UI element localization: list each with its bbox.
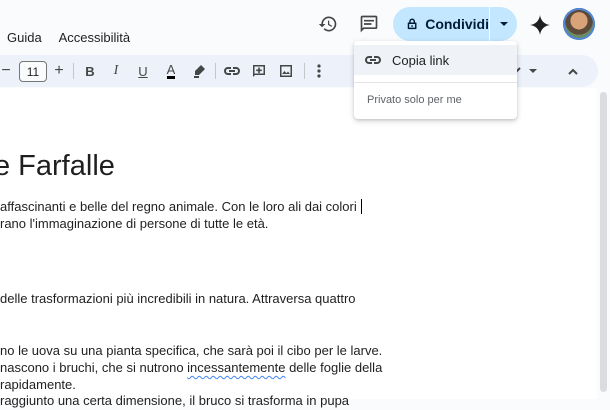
- share-label: Condividi: [425, 16, 489, 32]
- share-dropdown-menu: Copia link Privato solo per me: [354, 41, 517, 119]
- history-icon: [318, 16, 337, 32]
- underline-button[interactable]: U: [134, 55, 152, 87]
- link-icon: [365, 56, 381, 64]
- insert-image-button[interactable]: [276, 55, 296, 87]
- bold-button[interactable]: B: [81, 55, 99, 87]
- insert-link-button[interactable]: [222, 55, 242, 87]
- italic-button[interactable]: I: [107, 55, 125, 87]
- text-color-letter: A: [166, 62, 176, 79]
- menu-item-guida[interactable]: Guida: [7, 30, 42, 45]
- paragraph-text: delle foglie della: [285, 360, 383, 375]
- menu-divider: [354, 82, 517, 83]
- copy-link-menu-item[interactable]: Copia link: [354, 45, 517, 75]
- more-options-button[interactable]: [310, 55, 328, 87]
- gemini-button[interactable]: [527, 12, 553, 38]
- menu-bar: Guida Accessibilità: [7, 30, 144, 45]
- chevron-up-icon: [568, 68, 578, 75]
- copy-link-label: Copia link: [392, 52, 450, 68]
- access-status-text: Privato solo per me: [367, 94, 462, 106]
- add-comment-icon: [253, 65, 265, 77]
- link-icon: [224, 67, 240, 75]
- font-size-field[interactable]: 11: [19, 61, 47, 82]
- decrease-font-size-button[interactable]: −: [0, 55, 12, 87]
- text-color-button[interactable]: A: [161, 55, 181, 87]
- gemini-icon: [530, 15, 550, 35]
- highlight-button[interactable]: [189, 55, 209, 87]
- text-cursor: [360, 199, 362, 214]
- paragraph-line: delle trasformazioni più incredibili in …: [0, 291, 356, 306]
- paragraph-line: no le uova su una pianta specifica, che …: [0, 343, 383, 358]
- menu-item-accessibilita[interactable]: Accessibilità: [59, 30, 131, 45]
- add-comment-button[interactable]: [249, 55, 269, 87]
- top-bar: Guida Accessibilità Condividi: [0, 0, 610, 52]
- more-vert-icon: [317, 64, 321, 78]
- document-heading: e Farfalle: [0, 150, 115, 182]
- toolbar-divider: [73, 63, 74, 79]
- increase-font-size-button[interactable]: +: [51, 55, 67, 87]
- paragraph-line: rano l'immaginazione di persone di tutte…: [0, 216, 269, 231]
- paragraph-line: nascono i bruchi, che si nutrono incessa…: [0, 359, 382, 377]
- hide-menus-button[interactable]: [563, 55, 583, 87]
- comments-button[interactable]: [357, 12, 381, 36]
- lock-icon: [407, 18, 417, 30]
- toolbar-divider: [304, 63, 305, 79]
- share-button[interactable]: Condividi: [393, 7, 489, 41]
- avatar[interactable]: [563, 8, 595, 40]
- share-button-group: Condividi: [393, 7, 517, 41]
- spelling-flagged-word[interactable]: incessantemente: [187, 360, 285, 375]
- paragraph-line: affascinanti e belle del regno animale. …: [0, 198, 362, 216]
- toolbar-divider: [215, 63, 216, 79]
- paragraph-line: raggiunto una certa dimensione, il bruco…: [0, 393, 350, 408]
- share-dropdown-button[interactable]: [490, 7, 517, 41]
- history-button[interactable]: [316, 12, 340, 36]
- chevron-down-icon: [499, 22, 508, 26]
- highlighter-icon: [194, 65, 205, 78]
- comment-icon: [360, 15, 378, 33]
- scrollbar-thumb[interactable]: [600, 92, 607, 392]
- paragraph-text: affascinanti e belle del regno animale. …: [0, 199, 357, 214]
- image-icon: [280, 65, 292, 77]
- paragraph-text: nascono i bruchi, che si nutrono: [0, 360, 188, 375]
